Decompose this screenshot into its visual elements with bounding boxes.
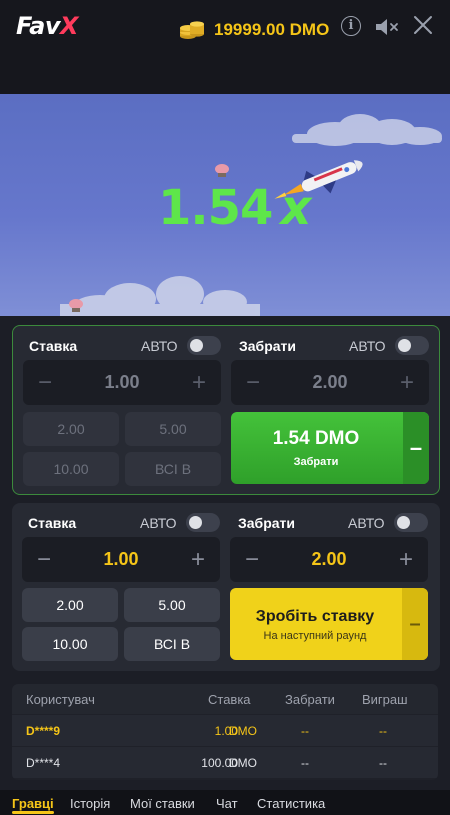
balloon-icon [215, 164, 229, 177]
bet-label: Ставка [28, 515, 77, 531]
table-header: Користувач Ставка Забрати Виграш [12, 684, 438, 714]
decrease-bet-button[interactable]: − [25, 360, 65, 405]
info-icon[interactable]: i [341, 16, 361, 36]
multiplier-display: 1.54 x [158, 180, 311, 236]
cashout-amount-value[interactable]: 2.00 [271, 360, 389, 405]
bet-panel-2: Ставка АВТО − 1.00 + 2.00 5.00 10.00 ВСІ… [12, 503, 440, 671]
increase-bet-button[interactable]: + [178, 537, 218, 582]
cashout-label: Забрати [238, 515, 296, 531]
remove-bet-panel-button[interactable]: – [402, 588, 428, 660]
table-row: D****4 100.00 DMO -- -- [12, 747, 438, 778]
table-row: D****9 1.00 DMO -- -- [12, 715, 438, 746]
favx-logo: FavX [16, 12, 79, 40]
mute-icon[interactable] [374, 16, 400, 38]
column-user: Користувач [26, 692, 95, 707]
column-bet: Ставка [208, 692, 251, 707]
column-cashout: Забрати [285, 692, 335, 707]
row-win: -- [379, 756, 387, 770]
bet-amount-value[interactable]: 1.00 [63, 360, 181, 405]
increase-cashout-button[interactable]: + [386, 537, 426, 582]
decrease-cashout-button[interactable]: − [233, 360, 273, 405]
auto-bet-toggle[interactable] [187, 336, 221, 355]
cashout-button[interactable]: 1.54 DMO Забрати – [231, 412, 429, 484]
coins-icon [180, 21, 204, 39]
row-cashout: -- [301, 756, 309, 770]
bottom-tabs: Гравці Історія Мої ставки Чат Статистика [0, 790, 450, 815]
row-cashout: -- [301, 724, 309, 738]
auto-bet-label: АВТО [140, 515, 177, 531]
tab-my-bets[interactable]: Мої ставки [130, 796, 195, 811]
tab-history[interactable]: Історія [70, 796, 110, 811]
cashout-amount-stepper: − 2.00 + [231, 360, 429, 405]
cloud-right [292, 114, 442, 146]
quick-bet-button[interactable]: 10.00 [23, 452, 119, 486]
decrease-cashout-button[interactable]: − [232, 537, 272, 582]
auto-cashout-toggle[interactable] [395, 336, 429, 355]
cashout-button-amount: 1.54 DMO [272, 428, 360, 449]
game-canvas: 1.54 x [0, 94, 450, 316]
bet-amount-stepper: − 1.00 + [22, 537, 220, 582]
quick-bet-button[interactable]: 10.00 [22, 627, 118, 661]
tab-chat[interactable]: Чат [216, 796, 238, 811]
auto-cashout-label: АВТО [348, 515, 385, 531]
place-bet-button[interactable]: Зробіть ставку На наступний раунд – [230, 588, 428, 660]
all-in-button[interactable]: ВСІ В [125, 452, 221, 486]
all-in-button[interactable]: ВСІ В [124, 627, 220, 661]
bet-label: Ставка [29, 338, 78, 354]
active-tab-indicator [12, 811, 54, 814]
cashout-label: Забрати [239, 338, 297, 354]
cashout-amount-stepper: − 2.00 + [230, 537, 428, 582]
place-bet-subtitle: На наступний раунд [263, 630, 367, 642]
row-currency: DMO [229, 756, 257, 770]
auto-cashout-toggle[interactable] [394, 513, 428, 532]
increase-bet-button[interactable]: + [179, 360, 219, 405]
cashout-amount-value[interactable]: 2.00 [270, 537, 388, 582]
quick-bet-button[interactable]: 2.00 [22, 588, 118, 622]
tab-statistics[interactable]: Статистика [257, 796, 325, 811]
cloud-bottom [60, 276, 260, 316]
auto-bet-label: АВТО [141, 338, 178, 354]
row-user: D****4 [26, 756, 61, 770]
increase-cashout-button[interactable]: + [387, 360, 427, 405]
cashout-button-label: Забрати [293, 456, 339, 468]
auto-cashout-label: АВТО [349, 338, 386, 354]
quick-bet-button[interactable]: 5.00 [125, 412, 221, 446]
bets-table: Користувач Ставка Забрати Виграш D****9 … [12, 684, 438, 780]
bet-panel-1: Ставка АВТО − 1.00 + 2.00 5.00 10.00 ВСІ… [12, 325, 440, 495]
column-win: Виграш [362, 692, 408, 707]
auto-bet-toggle[interactable] [186, 513, 220, 532]
close-icon[interactable] [412, 14, 434, 36]
place-bet-title: Зробіть ставку [255, 608, 375, 625]
row-user: D****9 [26, 724, 61, 738]
quick-bet-button[interactable]: 5.00 [124, 588, 220, 622]
row-currency: DMO [229, 724, 257, 738]
decrease-bet-button[interactable]: − [24, 537, 64, 582]
remove-bet-panel-button[interactable]: – [403, 412, 429, 484]
quick-bet-button[interactable]: 2.00 [23, 412, 119, 446]
tab-players[interactable]: Гравці [12, 796, 54, 811]
top-bar: FavX 19999.00 DMO i [0, 0, 450, 94]
balance-display: 19999.00 DMO [214, 20, 330, 39]
bet-amount-value[interactable]: 1.00 [62, 537, 180, 582]
bet-amount-stepper: − 1.00 + [23, 360, 221, 405]
row-win: -- [379, 724, 387, 738]
